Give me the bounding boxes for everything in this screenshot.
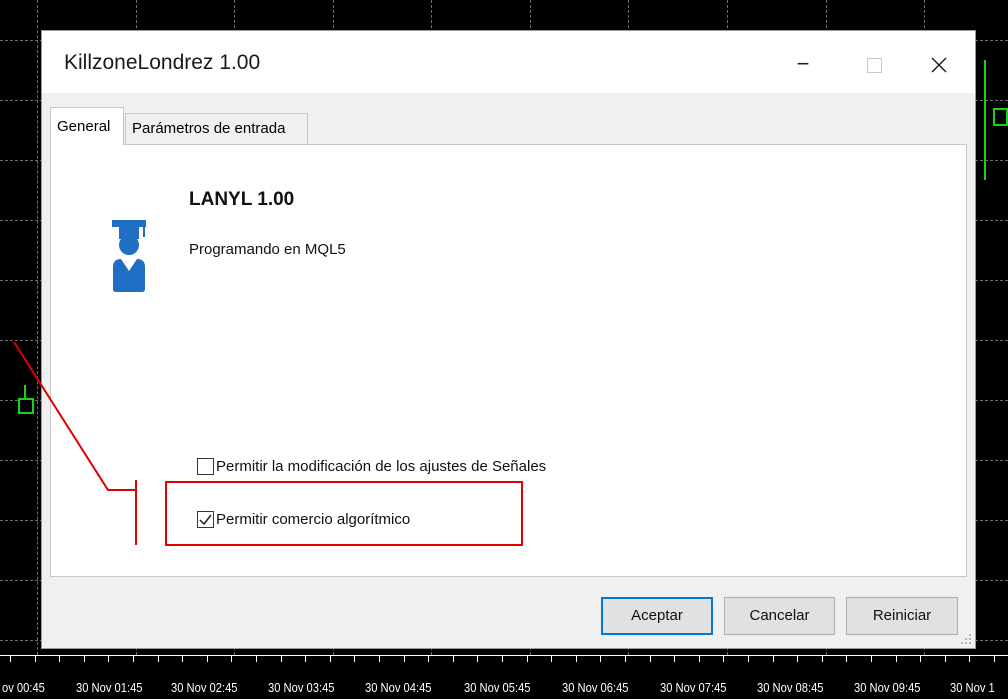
tab-general[interactable]: General	[50, 107, 124, 145]
time-label: 30 Nov 02:45	[171, 680, 238, 695]
time-tick	[650, 656, 651, 662]
tab-input-parameters[interactable]: Parámetros de entrada	[125, 113, 308, 145]
time-label: 30 Nov 08:45	[757, 680, 824, 695]
app-name: LANYL 1.00	[189, 189, 295, 210]
accept-button[interactable]: Aceptar	[601, 597, 713, 635]
time-tick	[330, 656, 331, 662]
close-icon	[931, 57, 947, 73]
app-description: Programando en MQL5	[189, 241, 346, 258]
time-tick	[182, 656, 183, 662]
time-tick	[846, 656, 847, 662]
user-graduate-icon	[112, 220, 146, 292]
time-tick	[723, 656, 724, 662]
allow-signal-settings-label: Permitir la modificación de los ajustes …	[216, 458, 547, 475]
reset-button[interactable]: Reiniciar	[846, 597, 958, 635]
time-label: 30 Nov 03:45	[268, 680, 335, 695]
time-tick	[10, 656, 11, 662]
time-label: 30 Nov 09:45	[854, 680, 921, 695]
time-tick	[281, 656, 282, 662]
time-tick	[35, 656, 36, 662]
time-label: 30 Nov 01:45	[76, 680, 143, 695]
resize-grip-icon[interactable]	[960, 633, 972, 645]
time-label: 30 Nov 06:45	[562, 680, 629, 695]
window-title: KillzoneLondrez 1.00	[64, 51, 261, 74]
time-tick	[551, 656, 552, 662]
time-tick	[748, 656, 749, 662]
time-tick	[920, 656, 921, 662]
time-axis: ov 00:45 30 Nov 01:45 30 Nov 02:45 30 Nov 0…	[0, 655, 1008, 699]
time-label: 30 Nov 04:45	[365, 680, 432, 695]
time-tick	[600, 656, 601, 662]
time-tick	[994, 656, 995, 662]
close-button[interactable]	[919, 49, 959, 81]
annotation-highlight-box	[165, 481, 523, 546]
time-tick	[59, 656, 60, 662]
time-tick	[84, 656, 85, 662]
candle	[993, 108, 1008, 126]
time-label: 30 Nov 1	[950, 680, 995, 695]
time-tick	[453, 656, 454, 662]
candle-wick	[984, 60, 986, 180]
minimize-button[interactable]: −	[783, 49, 823, 81]
time-label: 30 Nov 07:45	[660, 680, 727, 695]
time-tick	[231, 656, 232, 662]
maximize-button[interactable]	[854, 49, 894, 81]
time-tick	[428, 656, 429, 662]
expert-properties-dialog: KillzoneLondrez 1.00 − General Parámetro…	[41, 30, 976, 649]
time-tick	[945, 656, 946, 662]
allow-signal-settings-checkbox[interactable]	[197, 458, 214, 475]
time-tick	[354, 656, 355, 662]
candle	[18, 398, 34, 414]
time-tick	[158, 656, 159, 662]
time-tick	[379, 656, 380, 662]
time-tick	[871, 656, 872, 662]
time-label: 30 Nov 05:45	[464, 680, 531, 695]
time-tick	[108, 656, 109, 662]
time-tick	[133, 656, 134, 662]
time-tick	[896, 656, 897, 662]
maximize-icon	[866, 57, 882, 73]
time-tick	[625, 656, 626, 662]
time-tick	[207, 656, 208, 662]
time-tick	[256, 656, 257, 662]
time-tick	[674, 656, 675, 662]
time-label: ov 00:45	[2, 680, 45, 695]
time-tick	[797, 656, 798, 662]
time-tick	[969, 656, 970, 662]
time-tick	[773, 656, 774, 662]
time-tick	[502, 656, 503, 662]
time-tick	[699, 656, 700, 662]
time-tick	[576, 656, 577, 662]
grid-line-vertical	[37, 0, 38, 655]
time-tick	[404, 656, 405, 662]
title-bar[interactable]: KillzoneLondrez 1.00 −	[42, 31, 975, 93]
time-tick	[477, 656, 478, 662]
time-tick	[305, 656, 306, 662]
time-tick	[822, 656, 823, 662]
cancel-button[interactable]: Cancelar	[724, 597, 835, 635]
time-tick	[527, 656, 528, 662]
